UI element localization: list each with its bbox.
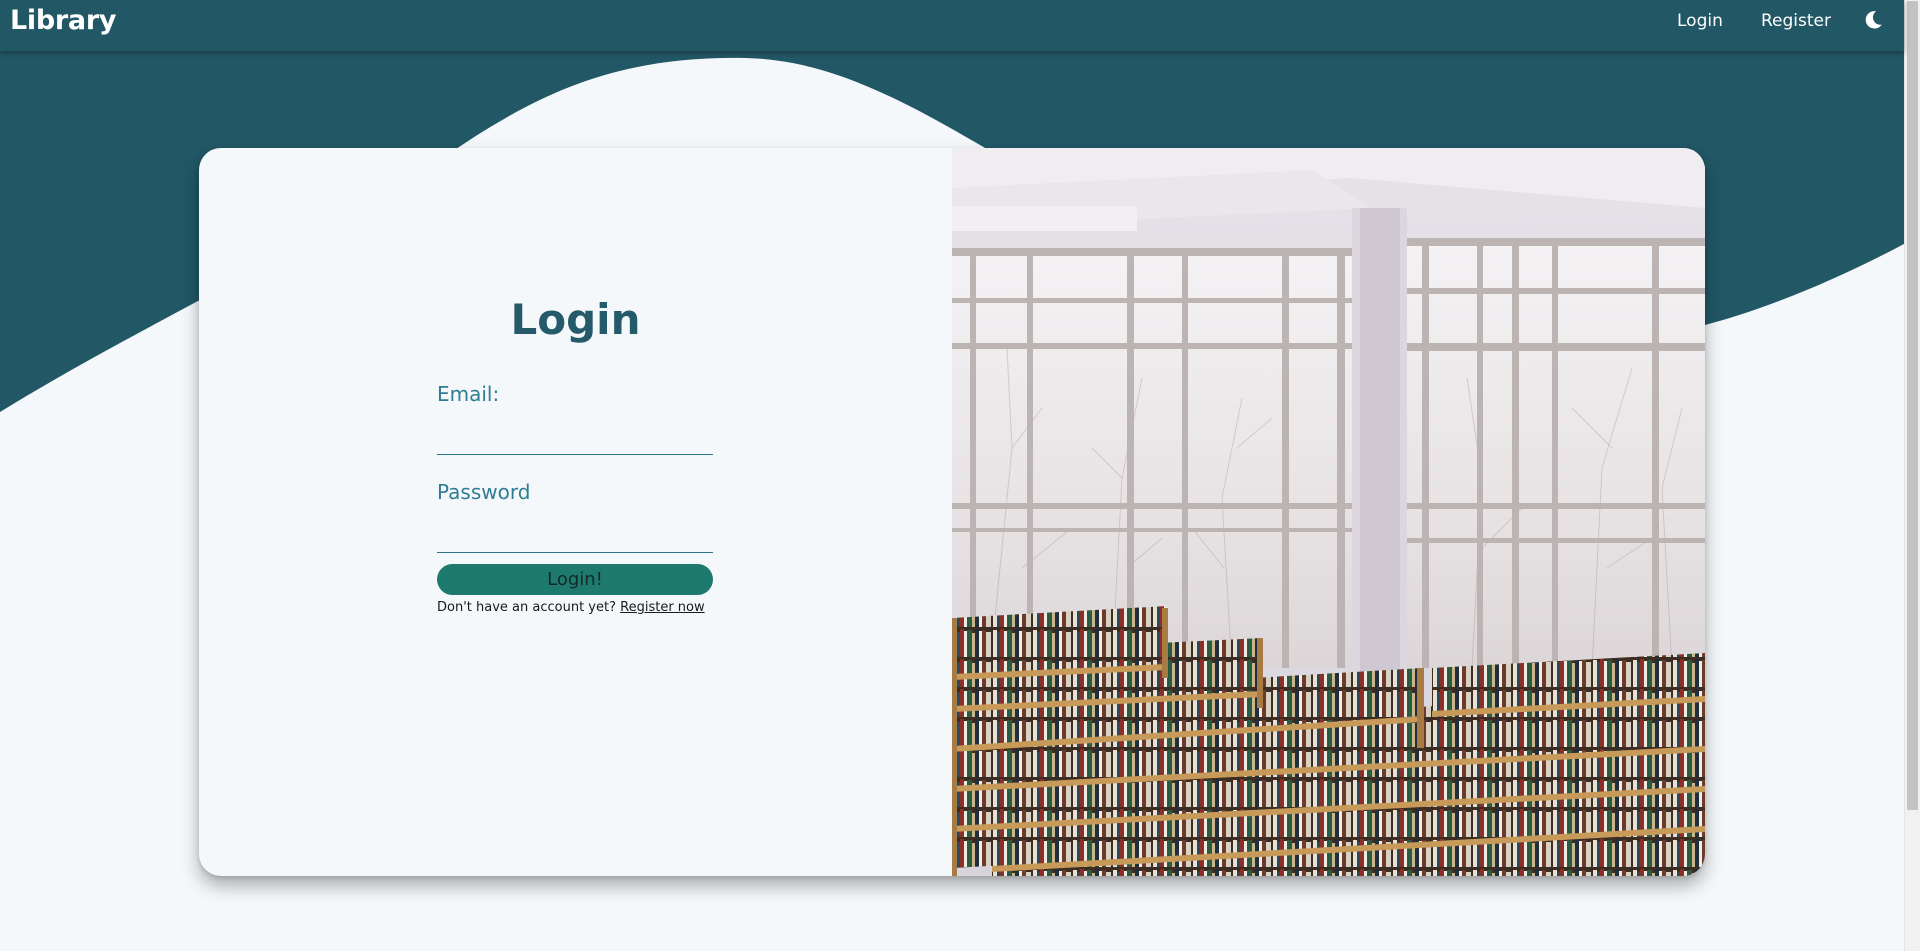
library-photo-illustration xyxy=(952,148,1705,876)
login-form: Email: Password Login! Don't have an acc… xyxy=(437,382,713,615)
nav-register-link[interactable]: Register xyxy=(1761,11,1831,31)
register-prompt-text: Don't have an account yet? xyxy=(437,600,616,615)
scrollbar[interactable] xyxy=(1904,0,1920,951)
moon-icon[interactable] xyxy=(1862,9,1884,31)
login-card: Login Email: Password Login! Don't have … xyxy=(199,148,1705,876)
login-form-panel: Login Email: Password Login! Don't have … xyxy=(199,148,952,876)
password-field[interactable] xyxy=(437,513,713,553)
library-photo xyxy=(952,148,1705,876)
login-title: Login xyxy=(510,295,641,344)
scrollbar-thumb[interactable] xyxy=(1907,1,1918,810)
password-label: Password xyxy=(437,480,531,504)
email-label: Email: xyxy=(437,382,500,406)
page: Library Login Register Login Email: Pass… xyxy=(0,0,1920,951)
register-prompt: Don't have an account yet? Register now xyxy=(437,600,713,615)
register-now-link[interactable]: Register now xyxy=(620,600,704,615)
brand-logo[interactable]: Library xyxy=(10,5,116,36)
email-field[interactable] xyxy=(437,415,713,455)
nav-login-link[interactable]: Login xyxy=(1677,11,1723,31)
login-submit-button[interactable]: Login! xyxy=(437,564,713,595)
top-navbar: Library Login Register xyxy=(0,0,1904,51)
